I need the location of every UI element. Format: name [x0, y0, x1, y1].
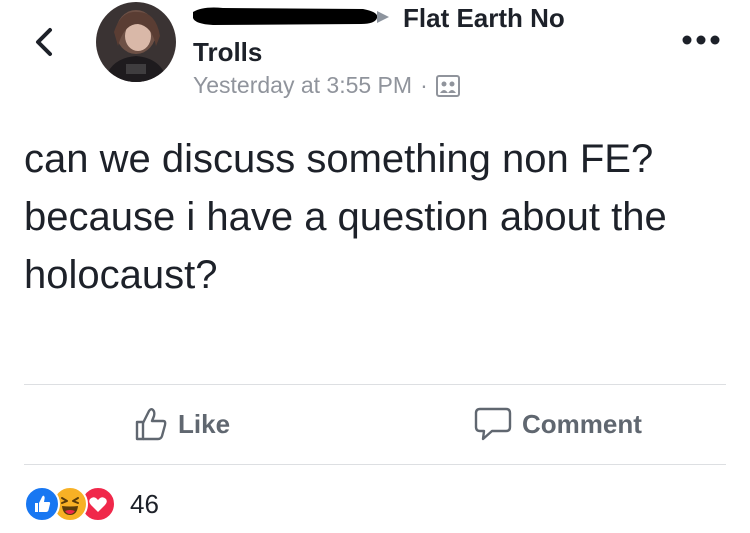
- comment-icon: [474, 407, 512, 441]
- like-label: Like: [178, 408, 231, 439]
- triangle-right-icon: [377, 11, 389, 23]
- divider: [24, 464, 726, 465]
- post-body: can we discuss something non FE? because…: [24, 130, 724, 304]
- like-button[interactable]: Like: [134, 404, 230, 444]
- post-meta: Yesterday at 3:55 PM ·: [193, 72, 460, 99]
- post-title: Flat Earth No Trolls: [193, 0, 663, 68]
- more-icon: [682, 35, 720, 45]
- reactions-summary[interactable]: 46: [24, 486, 159, 522]
- group-icon: [435, 74, 460, 97]
- post-paragraph: because i have a question about the holo…: [24, 195, 667, 297]
- group-name-continued[interactable]: Trolls: [193, 36, 663, 68]
- post-header: Flat Earth No Trolls Yesterday at 3:55 P…: [0, 0, 750, 110]
- thumbs-up-icon: [135, 408, 167, 441]
- like-reaction-icon: [24, 486, 60, 522]
- comment-button[interactable]: Comment: [474, 404, 642, 444]
- back-button[interactable]: [30, 24, 60, 60]
- chevron-left-icon: [36, 28, 52, 56]
- action-bar: Like Comment: [24, 386, 726, 464]
- meta-separator: ·: [420, 72, 428, 98]
- post-paragraph: can we discuss something non FE?: [24, 137, 654, 181]
- reaction-count: 46: [130, 488, 159, 519]
- avatar[interactable]: [96, 2, 176, 82]
- group-name[interactable]: Flat Earth No: [403, 0, 565, 36]
- comment-label: Comment: [522, 408, 642, 439]
- divider: [24, 384, 726, 385]
- more-options-button[interactable]: [680, 30, 722, 50]
- redacted-author-name[interactable]: [193, 6, 378, 28]
- timestamp[interactable]: Yesterday at 3:55 PM: [193, 72, 412, 99]
